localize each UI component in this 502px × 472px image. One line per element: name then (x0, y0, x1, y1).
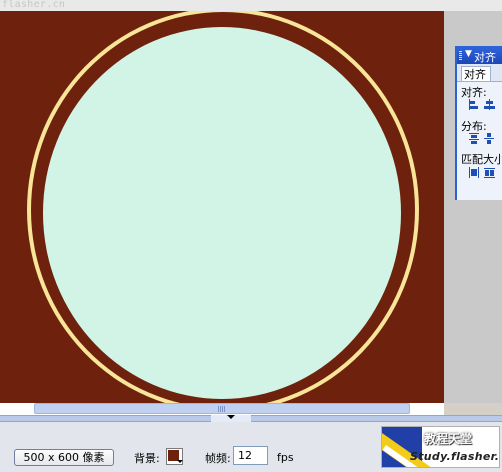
align-panel: ▼ 对齐 对齐 对齐: 分布: 匹配大小 (455, 46, 502, 200)
align-left-edge-icon[interactable] (469, 99, 479, 110)
align-panel-body: 对齐: 分布: 匹配大小 (457, 82, 502, 200)
logo-site-text: Study.flasher.cn (410, 450, 500, 463)
frame-rate-label: 帧频: (205, 452, 231, 465)
tab-align[interactable]: 对齐 (461, 66, 491, 81)
align-panel-header[interactable]: ▼ 对齐 (457, 48, 502, 64)
scroll-grip-icon (218, 406, 226, 412)
logo-title: 教程天堂 (424, 432, 473, 446)
swatch-dropdown-icon[interactable] (177, 460, 183, 463)
distribute-top-icon[interactable] (469, 133, 479, 144)
align-section-label: 对齐: (461, 86, 487, 99)
top-strip (0, 0, 502, 11)
fps-unit-label: fps (277, 451, 294, 464)
match-size-section-label: 匹配大小 (461, 153, 502, 166)
mint-circle-shape[interactable] (43, 27, 401, 399)
align-panel-title: 对齐 (474, 51, 496, 64)
distribute-section-label: 分布: (461, 120, 487, 133)
panel-divider-bar[interactable] (0, 415, 502, 422)
frame-rate-input[interactable] (233, 446, 268, 465)
site-logo: 教程天堂 Study.flasher.cn (381, 426, 500, 468)
background-label: 背景: (134, 452, 160, 465)
distribute-vertical-center-icon[interactable] (484, 133, 494, 144)
panel-grip-icon[interactable] (459, 51, 462, 61)
match-height-icon[interactable] (484, 167, 495, 178)
watermark-text: flasher.cn (2, 0, 66, 10)
document-size-button[interactable]: 500 x 600 像素 (14, 449, 114, 466)
match-width-icon[interactable] (469, 167, 479, 178)
collapse-triangle-icon[interactable]: ▼ (465, 49, 472, 59)
panel-tab-row: 对齐 (457, 64, 502, 82)
stage-canvas[interactable] (0, 11, 444, 403)
collapse-arrow-icon[interactable] (227, 415, 235, 419)
align-horizontal-center-icon[interactable] (484, 99, 495, 110)
